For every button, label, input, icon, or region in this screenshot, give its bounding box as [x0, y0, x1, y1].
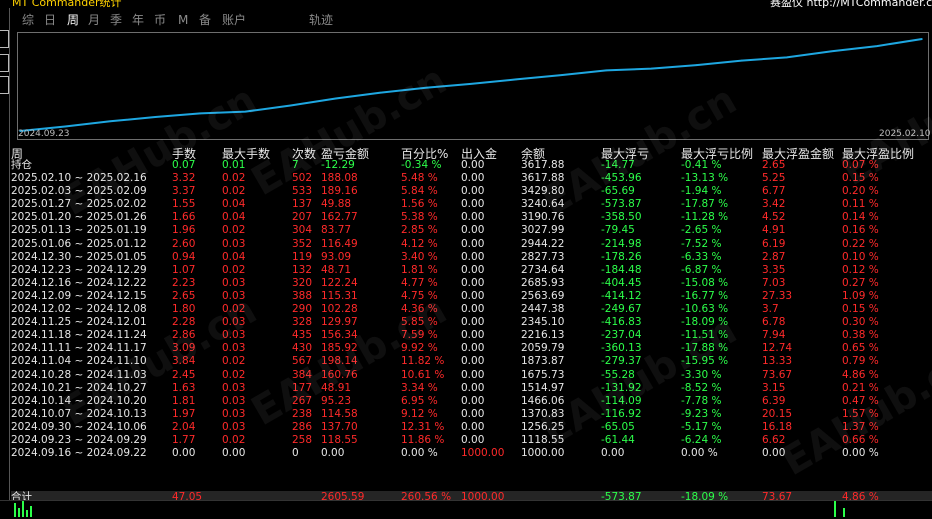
equity-point	[425, 86, 427, 89]
equity-point	[695, 64, 698, 66]
cell: 0	[292, 447, 299, 460]
equity-chart	[17, 32, 929, 140]
tab-8[interactable]: 备	[199, 11, 211, 29]
cell: 0.00 %	[681, 447, 718, 460]
period-tabs: 综日周月季年币 M 备账户 轨迹	[11, 8, 932, 32]
equity-line-chart	[19, 38, 923, 132]
tab-9[interactable]: 账户	[222, 11, 246, 29]
equity-point	[154, 116, 157, 118]
equity-point	[605, 69, 608, 72]
tab-5[interactable]: 年	[132, 11, 144, 29]
equity-point	[64, 125, 66, 128]
equity-point	[921, 38, 923, 40]
left-scale-rail	[0, 8, 10, 500]
equity-point	[199, 112, 202, 115]
cell: 2024.09.16 ~ 2024.09.22	[11, 447, 147, 460]
equity-point	[876, 45, 878, 47]
equity-point	[334, 97, 337, 100]
equity-point	[289, 104, 292, 107]
indicator-tick	[30, 506, 32, 517]
x-axis-start-label: 2024.09.23	[18, 129, 70, 139]
cell: 1000.00	[521, 447, 565, 460]
equity-point	[831, 50, 833, 53]
cell: 0.00 %	[842, 447, 879, 460]
tab-1[interactable]: 日	[44, 11, 56, 29]
title-bar: MT Commander统计 赛盈仪 http://MTCommander.co…	[0, 0, 932, 8]
x-axis-end-label: 2025.02.10	[879, 129, 931, 139]
tab-4[interactable]: 季	[110, 11, 122, 29]
tab-10[interactable]: 轨迹	[309, 11, 333, 29]
indicator-tick	[22, 501, 24, 517]
indicator-tick	[14, 503, 16, 517]
tab-6[interactable]: 币	[154, 11, 166, 29]
cell: 0.00	[321, 447, 345, 460]
equity-point	[470, 83, 472, 85]
bottom-indicator-strip	[0, 500, 932, 519]
indicator-tick	[26, 510, 28, 517]
table-row: 2024.09.16 ~ 2024.09.22 0.00 0.00 0 0.00 0.00…	[11, 446, 932, 461]
rail-box	[0, 30, 9, 48]
equity-point	[785, 56, 788, 59]
rail-box	[0, 54, 9, 72]
tab-7[interactable]: M	[178, 11, 188, 29]
tab-2[interactable]: 周	[67, 11, 79, 29]
tab-0[interactable]: 综	[22, 11, 34, 29]
cell: 0.00	[762, 447, 786, 460]
tab-3[interactable]: 月	[88, 11, 100, 29]
statistics-panel: 综日周月季年币 M 备账户 轨迹 2024.09.23 2025.02.10 周手数最…	[11, 8, 932, 505]
cell: 0.00	[222, 447, 246, 460]
equity-point	[560, 74, 562, 76]
equity-point	[380, 91, 382, 94]
cell: 1000.00	[461, 447, 505, 460]
rail-box	[0, 76, 9, 94]
equity-point	[650, 67, 653, 70]
app-title: MT Commander统计	[12, 0, 122, 8]
equity-point	[515, 78, 517, 81]
equity-point	[244, 110, 247, 113]
indicator-tick	[18, 508, 20, 517]
cell: 0.00	[172, 447, 196, 460]
equity-point	[109, 120, 111, 123]
indicator-tick	[834, 501, 836, 517]
cell: 0.00 %	[401, 447, 438, 460]
cell: 0.00	[601, 447, 625, 460]
equity-point	[740, 59, 743, 62]
indicator-tick	[843, 508, 845, 517]
app-website-label: 赛盈仪 http://MTCommander.com	[770, 0, 932, 8]
